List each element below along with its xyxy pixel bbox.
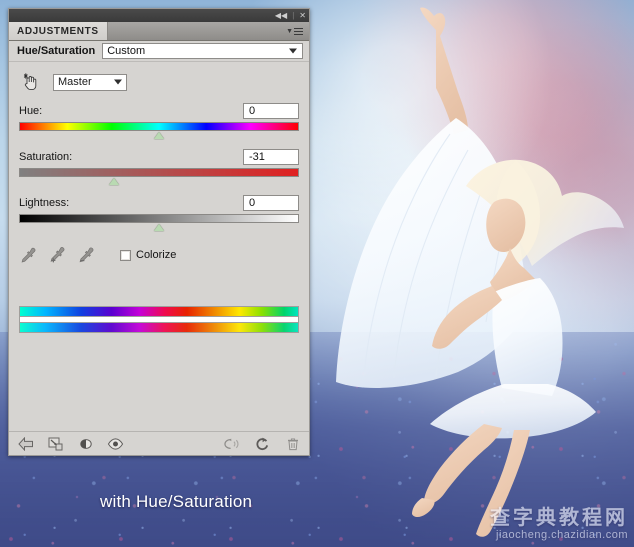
channel-dropdown[interactable]: Master [53, 73, 127, 91]
preview-eye-button[interactable] [107, 435, 124, 452]
spectrum-bar-bottom[interactable] [19, 322, 299, 333]
colorize-checkbox[interactable] [120, 249, 131, 261]
chevron-down-icon [114, 79, 122, 85]
reset-adjustment-button[interactable] [254, 435, 271, 452]
adjustment-title: Hue/Saturation [17, 45, 96, 57]
panel-titlebar: ◀◀ | ✕ [9, 9, 309, 22]
hue-slider-block: Hue: 0 [19, 102, 299, 141]
channel-value: Master [58, 76, 92, 88]
hue-slider-head: Hue: 0 [19, 102, 299, 119]
panel-footer-toolbar [9, 431, 309, 455]
eyedropper-add-to-sample-icon[interactable] [48, 246, 66, 264]
preset-dropdown[interactable]: Custom [102, 43, 303, 59]
lightness-slider-block: Lightness: 0 [19, 194, 299, 233]
color-range-spectrums [19, 306, 299, 333]
preset-value: Custom [107, 45, 146, 57]
collapse-to-icons-icon[interactable]: ◀◀ [275, 11, 287, 20]
eyedropper-row: Colorize [19, 246, 299, 264]
tab-adjustments-label: ADJUSTMENTS [17, 25, 99, 37]
tabstrip-filler: ▼ [108, 22, 309, 40]
eyedropper-sample-icon[interactable] [19, 246, 37, 264]
hue-track[interactable] [19, 122, 299, 131]
close-icon[interactable]: ✕ [299, 11, 306, 20]
lightness-slider-thumb[interactable] [154, 224, 164, 231]
eyedropper-subtract-from-sample-icon[interactable] [77, 246, 95, 264]
lightness-slider-head: Lightness: 0 [19, 194, 299, 211]
caption-text: with Hue/Saturation [100, 492, 253, 511]
chevron-down-icon [289, 48, 297, 54]
clip-to-layer-button[interactable] [47, 435, 64, 452]
view-previous-state-button[interactable] [224, 435, 241, 452]
hue-slider-thumb[interactable] [154, 132, 164, 139]
delete-adjustment-layer-button[interactable] [284, 435, 301, 452]
watermark: 查字典教程网 jiaocheng.chazidian.com [490, 508, 628, 543]
spectrum-bar-top[interactable] [19, 306, 299, 317]
dancer-figure [318, 0, 634, 547]
hue-label: Hue: [19, 104, 43, 117]
channel-row: Master [21, 72, 299, 92]
colorize-label: Colorize [136, 249, 177, 261]
watermark-chinese: 查字典教程网 [490, 506, 628, 529]
lightness-track[interactable] [19, 214, 299, 223]
saturation-value-input[interactable]: -31 [243, 148, 299, 165]
hue-value-input[interactable]: 0 [243, 102, 299, 119]
return-to-adjustment-list-button[interactable] [17, 435, 34, 452]
saturation-slider-head: Saturation: -31 [19, 148, 299, 165]
saturation-track[interactable] [19, 168, 299, 177]
lightness-value: 0 [249, 196, 256, 209]
adjustment-body: Master Hue: 0 Saturation: -31 Lightness:… [9, 62, 309, 431]
on-image-adjustment-hand-icon[interactable] [21, 72, 41, 92]
saturation-label: Saturation: [19, 150, 73, 163]
adjustments-panel: ◀◀ | ✕ ADJUSTMENTS ▼ Hue/Saturation Cust… [8, 8, 310, 456]
hue-track-wrap[interactable] [19, 122, 299, 141]
saturation-value: -31 [249, 150, 265, 163]
lightness-track-wrap[interactable] [19, 214, 299, 233]
saturation-slider-thumb[interactable] [109, 178, 120, 185]
tab-adjustments[interactable]: ADJUSTMENTS [9, 22, 108, 40]
lightness-label: Lightness: [19, 196, 70, 209]
titlebar-divider: | [292, 11, 295, 20]
adjustment-subheader: Hue/Saturation Custom [9, 41, 309, 62]
lightness-value-input[interactable]: 0 [243, 194, 299, 211]
hue-value: 0 [249, 104, 256, 117]
hamburger-icon [294, 26, 303, 37]
panel-tabstrip: ADJUSTMENTS ▼ [9, 22, 309, 41]
saturation-track-wrap[interactable] [19, 168, 299, 187]
chevron-down-icon: ▼ [286, 27, 293, 35]
toggle-layer-visibility-split-button[interactable] [77, 435, 94, 452]
colorize-checkbox-row[interactable]: Colorize [120, 249, 176, 261]
panel-menu-icon[interactable]: ▼ [286, 26, 303, 37]
saturation-slider-block: Saturation: -31 [19, 148, 299, 187]
watermark-url: jiaocheng.chazidian.com [496, 528, 628, 541]
